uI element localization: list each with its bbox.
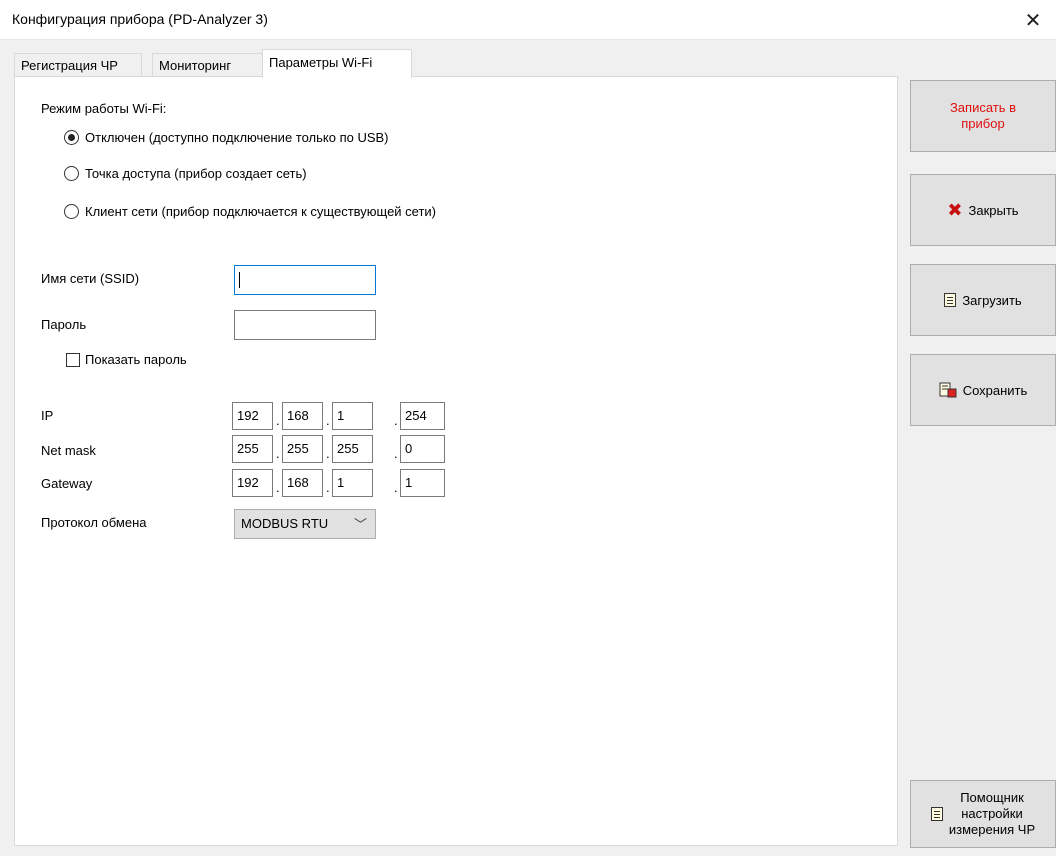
close-button-label: Закрыть — [968, 202, 1019, 218]
show-password-label[interactable]: Показать пароль — [85, 352, 187, 367]
octet-value: 1 — [405, 475, 413, 490]
protocol-select[interactable]: MODBUS RTU ﹀ — [234, 509, 376, 539]
helper-line3: измерения ЧР — [948, 822, 1036, 837]
octet-value: 0 — [405, 441, 413, 456]
write-button-line2: прибор — [961, 116, 1005, 131]
netmask-label: Net mask — [41, 443, 96, 458]
save-document-icon — [939, 382, 957, 398]
octet-value: 168 — [287, 475, 309, 490]
window-title: Конфигурация прибора (PD-Analyzer 3) — [12, 11, 268, 27]
gateway-label: Gateway — [41, 476, 93, 491]
gateway-dot: . — [326, 480, 330, 495]
wifi-mode-label: Режим работы Wi-Fi: — [41, 101, 167, 116]
checkbox[interactable] — [66, 353, 80, 367]
ssid-label: Имя сети (SSID) — [41, 271, 140, 286]
netmask-octet-4[interactable]: 0 — [400, 435, 445, 463]
document-icon — [944, 293, 957, 307]
ip-octet-4[interactable]: 254 — [400, 402, 445, 430]
octet-value: 255 — [287, 441, 309, 456]
ip-dot: . — [394, 413, 398, 428]
protocol-label: Протокол обмена — [41, 515, 147, 530]
netmask-octet-1[interactable]: 255 — [232, 435, 273, 463]
tab-wifi-settings[interactable]: Параметры Wi-Fi — [262, 49, 412, 78]
protocol-value: MODBUS RTU — [241, 516, 329, 531]
octet-value: 255 — [337, 441, 359, 456]
password-label: Пароль — [41, 317, 87, 332]
close-icon: ✕ — [1024, 9, 1042, 32]
octet-value: 1 — [337, 408, 345, 423]
helper-line2: настройки — [961, 806, 1023, 821]
tab-label: Параметры Wi-Fi — [269, 55, 373, 70]
radio-label[interactable]: Отключен (доступно подключение только по… — [85, 130, 389, 145]
tab-label: Регистрация ЧР — [21, 58, 118, 73]
radio-button[interactable] — [64, 166, 79, 181]
title-bar: Конфигурация прибора (PD-Analyzer 3) ✕ — [0, 0, 1056, 40]
octet-value: 255 — [237, 441, 259, 456]
ip-label: IP — [41, 408, 54, 423]
gateway-octet-3[interactable]: 1 — [332, 469, 373, 497]
ip-octet-1[interactable]: 192 — [232, 402, 273, 430]
ip-octet-2[interactable]: 168 — [282, 402, 323, 430]
radio-label[interactable]: Клиент сети (прибор подключается к сущес… — [85, 204, 436, 219]
text-caret — [239, 272, 240, 288]
octet-value: 192 — [237, 408, 259, 423]
radio-label[interactable]: Точка доступа (прибор создает сеть) — [85, 166, 307, 181]
netmask-dot: . — [394, 446, 398, 461]
ip-octet-3[interactable]: 1 — [332, 402, 373, 430]
wifi-settings-panel: Режим работы Wi-Fi: Отключен (доступно п… — [14, 76, 898, 846]
octet-value: 254 — [405, 408, 427, 423]
close-window-button[interactable]: ✕ — [1010, 0, 1056, 40]
password-input[interactable] — [234, 310, 376, 340]
ssid-input[interactable] — [234, 265, 376, 295]
netmask-octet-2[interactable]: 255 — [282, 435, 323, 463]
save-button[interactable]: Сохранить — [910, 354, 1056, 426]
netmask-dot: . — [326, 446, 330, 461]
gateway-octet-2[interactable]: 168 — [282, 469, 323, 497]
netmask-octet-3[interactable]: 255 — [332, 435, 373, 463]
tab-monitoring[interactable]: Мониторинг — [152, 53, 264, 77]
write-button-line1: Записать в — [949, 100, 1017, 115]
octet-value: 168 — [287, 408, 309, 423]
load-button-label: Загрузить — [962, 292, 1022, 308]
ip-dot: . — [326, 413, 330, 428]
pd-measurement-wizard-button[interactable]: Помощник настройки измерения ЧР — [910, 780, 1056, 848]
tab-label: Мониторинг — [159, 58, 232, 73]
radio-button[interactable] — [64, 130, 79, 145]
helper-line1: Помощник — [960, 790, 1024, 805]
document-icon — [930, 807, 943, 821]
load-button[interactable]: Загрузить — [910, 264, 1056, 336]
netmask-dot: . — [276, 446, 280, 461]
radio-button[interactable] — [64, 204, 79, 219]
chevron-down-icon: ﹀ — [353, 517, 367, 532]
octet-value: 1 — [337, 475, 345, 490]
write-to-device-button[interactable]: Записать в прибор — [910, 80, 1056, 152]
tab-pd-registration[interactable]: Регистрация ЧР — [14, 53, 142, 77]
save-button-label: Сохранить — [962, 382, 1028, 398]
gateway-octet-4[interactable]: 1 — [400, 469, 445, 497]
gateway-octet-1[interactable]: 192 — [232, 469, 273, 497]
gateway-dot: . — [394, 480, 398, 495]
gateway-dot: . — [276, 480, 280, 495]
red-x-icon: ✖ — [947, 199, 963, 220]
ip-dot: . — [276, 413, 280, 428]
octet-value: 192 — [237, 475, 259, 490]
close-button[interactable]: ✖ Закрыть — [910, 174, 1056, 246]
